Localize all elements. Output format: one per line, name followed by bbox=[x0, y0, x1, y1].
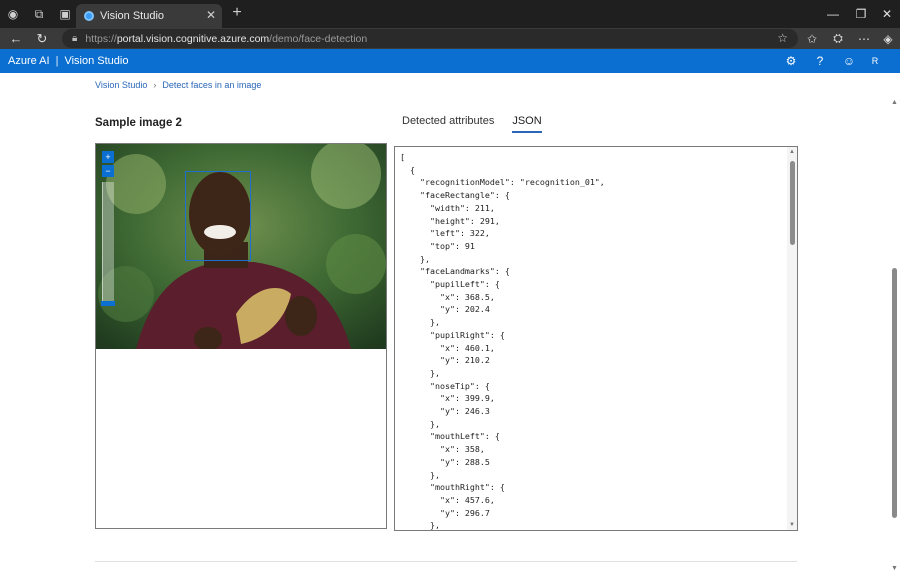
scroll-down-icon[interactable]: ▼ bbox=[788, 522, 796, 528]
image-panel: + − bbox=[95, 143, 387, 529]
more-menu-icon[interactable]: ⋯ bbox=[852, 28, 876, 49]
smiley-icon[interactable]: ☺ bbox=[838, 49, 860, 73]
zoom-slider-handle[interactable] bbox=[101, 301, 115, 306]
address-bar[interactable]: 🔒︎ https:// portal.vision.cognitive.azur… bbox=[62, 29, 798, 48]
question-icon[interactable]: ? bbox=[809, 49, 831, 73]
favorites-icon[interactable]: ✩ bbox=[800, 28, 824, 49]
tab-detected-attributes[interactable]: Detected attributes bbox=[402, 115, 494, 133]
scroll-up-icon[interactable]: ▲ bbox=[788, 149, 796, 155]
extensions-icon[interactable]: ⛭ bbox=[826, 28, 850, 49]
url-path: /demo/face-detection bbox=[269, 32, 368, 45]
face-rectangle bbox=[185, 171, 251, 261]
url-host: portal.vision.cognitive.azure.com bbox=[116, 32, 270, 45]
breadcrumb-root[interactable]: Vision Studio bbox=[95, 80, 147, 90]
favorite-star-icon[interactable]: ☆ bbox=[777, 31, 788, 45]
tab-title: Vision Studio bbox=[100, 10, 165, 22]
zoom-out-button[interactable]: − bbox=[102, 165, 114, 177]
address-row: ← ↻ 🔒︎ https:// portal.vision.cognitive.… bbox=[0, 28, 900, 49]
profile-icon[interactable]: ◉ bbox=[0, 0, 26, 28]
breadcrumb-current[interactable]: Detect faces in an image bbox=[162, 80, 261, 90]
divider bbox=[95, 561, 797, 562]
json-scrollbar[interactable]: ▲ ▼ bbox=[787, 147, 797, 530]
url-scheme: https:// bbox=[85, 32, 117, 45]
zoom-in-button[interactable]: + bbox=[102, 151, 114, 163]
tab-actions-icon[interactable]: ▣ bbox=[52, 0, 78, 28]
page-scroll-thumb[interactable] bbox=[892, 268, 897, 518]
page-scroll-up-icon[interactable]: ▲ bbox=[891, 99, 898, 106]
json-panel: [ { "recognitionModel": "recognition_01"… bbox=[394, 146, 798, 531]
back-icon[interactable]: ← bbox=[4, 28, 28, 49]
header-separator: | bbox=[55, 55, 59, 67]
browser-tab[interactable]: Vision Studio ✕ bbox=[76, 4, 222, 28]
close-tab-icon[interactable]: ✕ bbox=[206, 8, 216, 22]
brand-label[interactable]: Azure AI bbox=[8, 55, 50, 67]
json-scroll-thumb[interactable] bbox=[790, 161, 795, 245]
breadcrumb: Vision Studio › Detect faces in an image bbox=[95, 80, 261, 90]
app-name[interactable]: Vision Studio bbox=[64, 55, 128, 67]
avatar[interactable]: R bbox=[864, 49, 886, 73]
page-scrollbar[interactable]: ▲ ▼ bbox=[889, 73, 900, 577]
app-header: Azure AI | Vision Studio bbox=[0, 49, 900, 73]
page-scroll-down-icon[interactable]: ▼ bbox=[891, 565, 898, 572]
json-output: [ { "recognitionModel": "recognition_01"… bbox=[400, 152, 605, 531]
refresh-icon[interactable]: ↻ bbox=[30, 28, 54, 49]
gear-icon[interactable]: ⚙ bbox=[780, 49, 802, 73]
zoom-slider[interactable] bbox=[102, 182, 114, 302]
close-window-button[interactable]: ✕ bbox=[872, 0, 900, 28]
vision-studio-icon bbox=[84, 11, 94, 21]
chevron-right-icon: › bbox=[153, 80, 157, 90]
page-title: Sample image 2 bbox=[95, 117, 182, 129]
minimize-button[interactable]: — bbox=[818, 0, 848, 28]
copilot-icon[interactable]: ◈ bbox=[876, 28, 900, 49]
result-tabs: Detected attributes JSON bbox=[402, 115, 542, 133]
tab-json[interactable]: JSON bbox=[512, 115, 542, 133]
new-tab-button[interactable]: + bbox=[228, 4, 246, 22]
workspaces-icon[interactable]: ⧉ bbox=[26, 0, 52, 28]
lock-icon: 🔒︎ bbox=[72, 33, 78, 44]
